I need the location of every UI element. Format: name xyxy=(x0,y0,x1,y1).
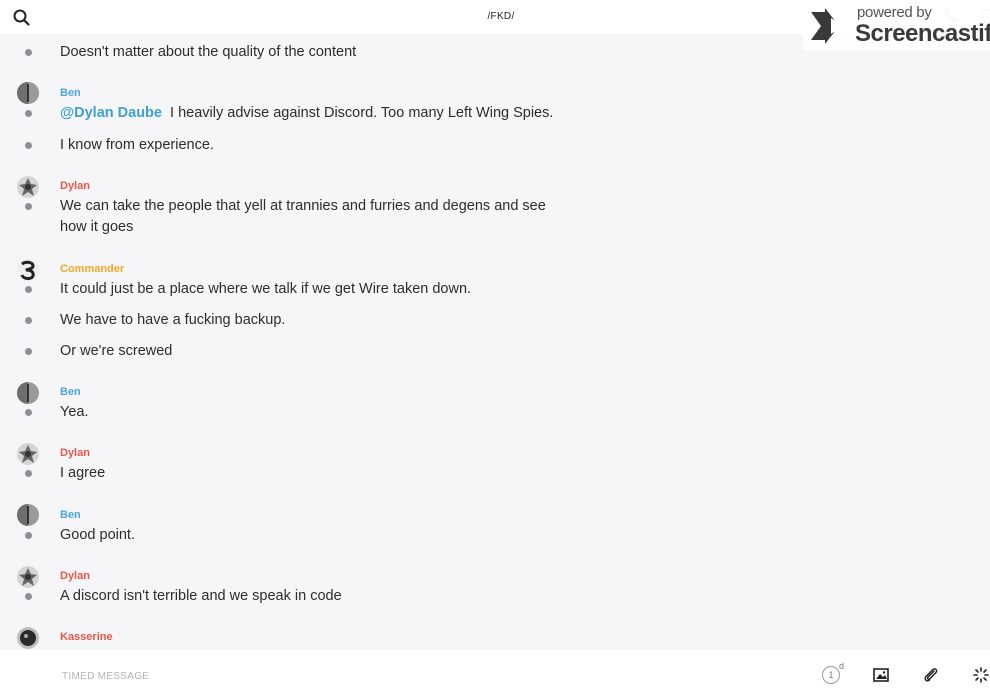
conversation-header: /FKD/ powered by Screencastify xyxy=(0,0,990,50)
timer-value: 1 xyxy=(822,666,840,684)
message-list: Doesn't matter about the quality of the … xyxy=(0,34,990,650)
avatar[interactable] xyxy=(17,176,39,198)
avatar[interactable] xyxy=(17,627,39,649)
message-bullet xyxy=(25,593,32,600)
message-text: We can take the people that yell at tran… xyxy=(60,198,546,235)
message-text: Yea. xyxy=(60,404,89,420)
message-bullet xyxy=(25,317,32,324)
author-name[interactable]: Ben xyxy=(60,509,81,521)
message-text: It could just be a place where we talk i… xyxy=(60,281,472,297)
message-bullet xyxy=(25,409,32,416)
avatar[interactable] xyxy=(17,259,39,281)
message-bullet xyxy=(25,49,32,56)
avatar[interactable] xyxy=(17,382,39,404)
author-name[interactable]: Dylan xyxy=(60,447,90,459)
message-bullet xyxy=(25,470,32,477)
avatar[interactable] xyxy=(17,82,39,104)
message-bullet xyxy=(25,286,32,293)
message-text: We have to have a fucking backup. xyxy=(60,312,286,328)
message-text: A discord isn't terrible and we speak in… xyxy=(60,588,342,604)
author-name[interactable]: Dylan xyxy=(60,570,90,582)
message-bullet xyxy=(25,348,32,355)
paperclip-icon[interactable] xyxy=(922,666,940,684)
timer-button[interactable]: 1 d xyxy=(822,661,845,684)
message-bullet xyxy=(25,532,32,539)
ping-icon[interactable] xyxy=(972,666,990,684)
message-bullet xyxy=(25,203,32,210)
author-name[interactable]: Ben xyxy=(60,87,81,99)
message-input[interactable] xyxy=(60,664,764,688)
message-text: I agree xyxy=(60,465,106,481)
avatar[interactable] xyxy=(17,443,39,465)
message-bullet xyxy=(25,110,32,117)
author-name[interactable]: Ben xyxy=(60,386,81,398)
message-text: Doesn't matter about the quality of the … xyxy=(60,44,357,60)
image-icon[interactable] xyxy=(872,666,890,684)
user-mention[interactable]: @Dylan Daube xyxy=(60,105,162,121)
message-bullet xyxy=(25,142,32,149)
message-body: I heavily advise against Discord. Too ma… xyxy=(170,105,554,121)
watermark-powered-by: powered by xyxy=(857,4,932,21)
author-name[interactable]: Kasserine xyxy=(60,631,113,643)
avatar[interactable] xyxy=(17,504,39,526)
message-text: Or we're screwed xyxy=(60,343,173,359)
message-text: I know from experience. xyxy=(60,137,214,153)
message-text: @Dylan Daube I heavily advise against Di… xyxy=(60,103,560,124)
avatar[interactable] xyxy=(17,566,39,588)
timer-unit: d xyxy=(839,661,845,671)
message-text: Good point. xyxy=(60,527,135,543)
author-name[interactable]: Commander xyxy=(60,263,124,275)
author-name[interactable]: Dylan xyxy=(60,180,90,192)
